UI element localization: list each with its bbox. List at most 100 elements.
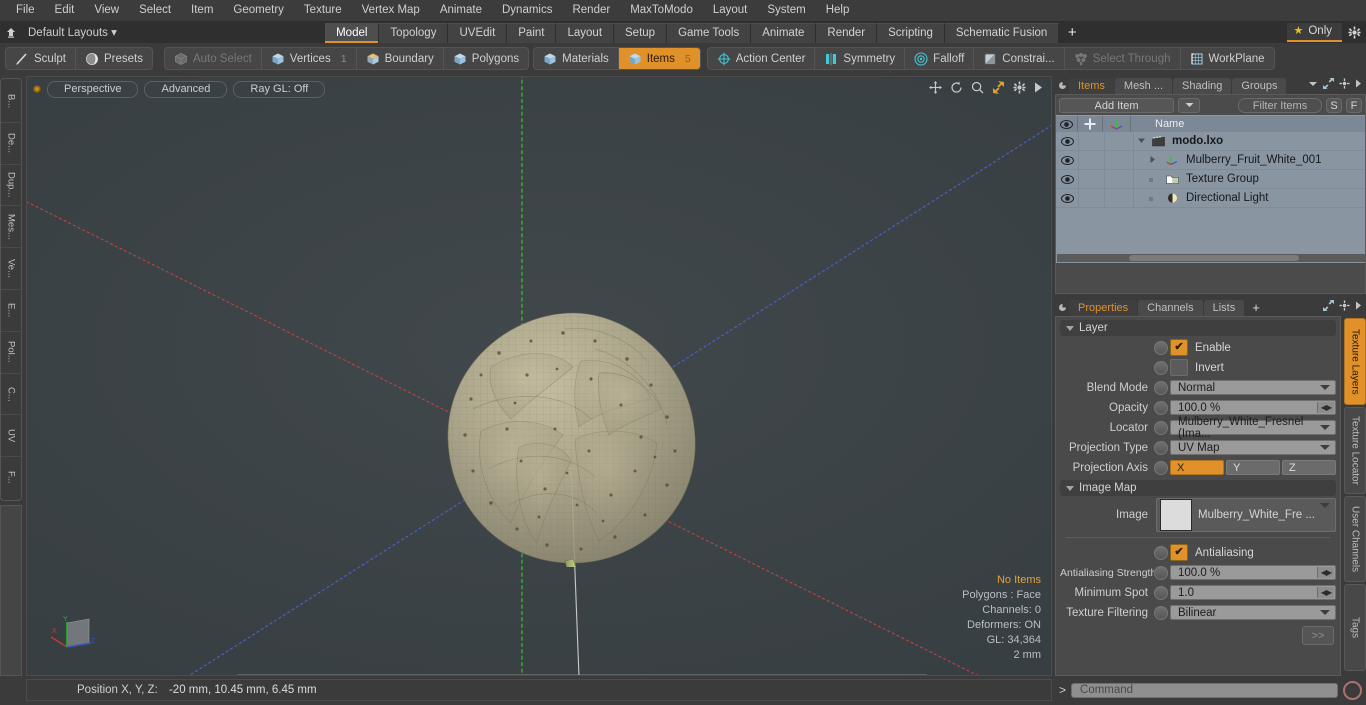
axis-cell[interactable] [1104,151,1133,169]
filter-items-input[interactable]: Filter Items [1238,97,1322,113]
lock-cell[interactable] [1078,189,1104,207]
play-icon[interactable] [1034,82,1043,93]
table-row[interactable]: Directional Light [1056,189,1365,208]
item-name-cell[interactable]: modo.lxo [1133,132,1365,150]
dropdown-blend-mode[interactable]: Normal [1170,380,1336,395]
command-record-icon[interactable] [1343,680,1362,700]
checkbox-antialiasing[interactable]: ✔ [1170,544,1188,561]
property-knob[interactable] [1154,340,1168,355]
menu-item-animate[interactable]: Animate [430,0,492,21]
menu-item-select[interactable]: Select [129,0,181,21]
command-input[interactable]: Command [1071,682,1338,698]
right-tab-texture-layers[interactable]: Texture Layers [1344,318,1366,405]
right-tab-tags[interactable]: Tags [1344,584,1366,671]
segment-option-y[interactable]: Y [1226,460,1280,475]
section-header-layer[interactable]: Layer [1060,320,1336,336]
menu-item-geometry[interactable]: Geometry [223,0,294,21]
property-knob[interactable] [1154,605,1168,620]
visibility-eye-icon[interactable] [1056,174,1078,184]
layout-tab-model[interactable]: Model [325,23,380,43]
gear-icon[interactable] [1339,300,1350,314]
add-item-dropdown-button[interactable] [1178,97,1200,113]
visibility-eye-icon[interactable] [1056,136,1078,146]
properties-tab-channels[interactable]: Channels [1138,300,1204,316]
tool-boundary[interactable]: Boundary [357,48,444,69]
layout-tab-scripting[interactable]: Scripting [877,23,945,43]
more-options-button[interactable]: >> [1302,626,1334,645]
table-row[interactable]: Mulberry_Fruit_White_001 [1056,151,1365,170]
rotate-icon[interactable] [950,81,963,94]
checkbox-invert[interactable] [1170,359,1188,376]
tool-action-center[interactable]: Action Center [708,48,816,69]
dropdown-projection-type[interactable]: UV Map [1170,440,1336,455]
item-name-cell[interactable]: Directional Light [1133,189,1365,207]
number-input-antialiasing-strength[interactable]: 100.0 % ◀▶ [1170,565,1336,580]
property-knob[interactable] [1154,460,1168,475]
lock-cell[interactable] [1078,170,1104,188]
tool-falloff[interactable]: Falloff [905,48,975,69]
layout-tab-game-tools[interactable]: Game Tools [667,23,752,43]
tool-materials[interactable]: Materials [534,48,619,69]
segment-option-z[interactable]: Z [1282,460,1336,475]
left-tab-7[interactable]: C... [1,374,21,416]
section-header-image-map[interactable]: Image Map [1060,480,1336,496]
fit-icon[interactable] [992,81,1005,94]
tool-select-through[interactable]: Select Through [1065,48,1181,69]
filter-s-button[interactable]: S [1326,97,1342,113]
tool-items[interactable]: Items 5 [618,48,700,69]
play-icon[interactable] [1355,79,1362,91]
property-knob[interactable] [1154,400,1168,415]
spinner-arrows-icon[interactable]: ◀▶ [1317,587,1334,598]
property-knob[interactable] [1154,440,1168,455]
axis-cell[interactable] [1104,170,1133,188]
property-knob[interactable] [1154,585,1168,600]
menu-item-dynamics[interactable]: Dynamics [492,0,562,21]
3d-viewport[interactable]: Perspective Advanced Ray GL: Off No Item… [27,77,1051,675]
left-tab-6[interactable]: Pol... [1,332,21,374]
tool-constrai[interactable]: Constrai... [974,48,1065,69]
chevron-down-icon[interactable] [1308,79,1318,91]
table-row[interactable]: modo.lxo [1056,132,1365,151]
segment-option-x[interactable]: X [1170,460,1224,475]
layout-tab-animate[interactable]: Animate [751,23,817,43]
items-tab-items[interactable]: Items [1069,78,1115,94]
item-name-cell[interactable]: Mulberry_Fruit_White_001 [1133,151,1365,169]
expand-icon[interactable] [1323,78,1334,92]
left-tab-4[interactable]: Ve... [1,248,21,290]
only-toggle-button[interactable]: ★ Only [1287,22,1343,42]
property-knob[interactable] [1154,360,1168,375]
property-knob[interactable] [1154,545,1168,560]
dropdown-texture-filtering[interactable]: Bilinear [1170,605,1336,620]
properties-tab-lists[interactable]: Lists [1203,300,1246,316]
gear-icon[interactable] [1339,78,1350,92]
item-name-cell[interactable]: Texture Group [1133,170,1365,188]
number-input-opacity[interactable]: 100.0 % ◀▶ [1170,400,1336,415]
tool-presets[interactable]: Presets [76,48,152,69]
properties-tab-add[interactable]: + [1245,300,1268,316]
items-tab-shading[interactable]: Shading [1173,78,1233,94]
gear-icon[interactable] [1013,81,1026,94]
viewport-button-ray-gl-off[interactable]: Ray GL: Off [233,80,326,98]
tool-symmetry[interactable]: Symmetry [815,48,906,69]
axis-cell[interactable] [1104,132,1133,150]
property-knob[interactable] [1154,380,1168,395]
menu-item-render[interactable]: Render [562,0,620,21]
left-tab-3[interactable]: Mes... [1,206,21,249]
menu-item-file[interactable]: File [6,0,45,21]
panel-menu-icon[interactable] [1055,76,1069,94]
right-tab-texture-locator[interactable]: Texture Locator [1344,406,1366,494]
viewport-button-perspective[interactable]: Perspective [47,80,139,98]
spinner-arrows-icon[interactable]: ◀▶ [1317,402,1334,413]
items-list-horizontal-scrollbar[interactable] [1057,254,1366,262]
number-input-minimum-spot[interactable]: 1.0 ◀▶ [1170,585,1336,600]
layout-tab-topology[interactable]: Topology [379,23,449,43]
pan-icon[interactable] [929,81,942,94]
layout-tab-schematic-fusion[interactable]: Schematic Fusion [944,23,1060,43]
visibility-eye-icon[interactable] [1056,193,1078,203]
table-row[interactable]: Texture Group [1056,170,1365,189]
layout-tab-uvedit[interactable]: UVEdit [448,23,508,43]
menu-item-layout[interactable]: Layout [703,0,758,21]
property-knob[interactable] [1154,565,1168,580]
left-tab-1[interactable]: De... [1,123,21,165]
dropdown-locator[interactable]: Mulberry_White_Fresnel (Ima... [1170,416,1336,440]
